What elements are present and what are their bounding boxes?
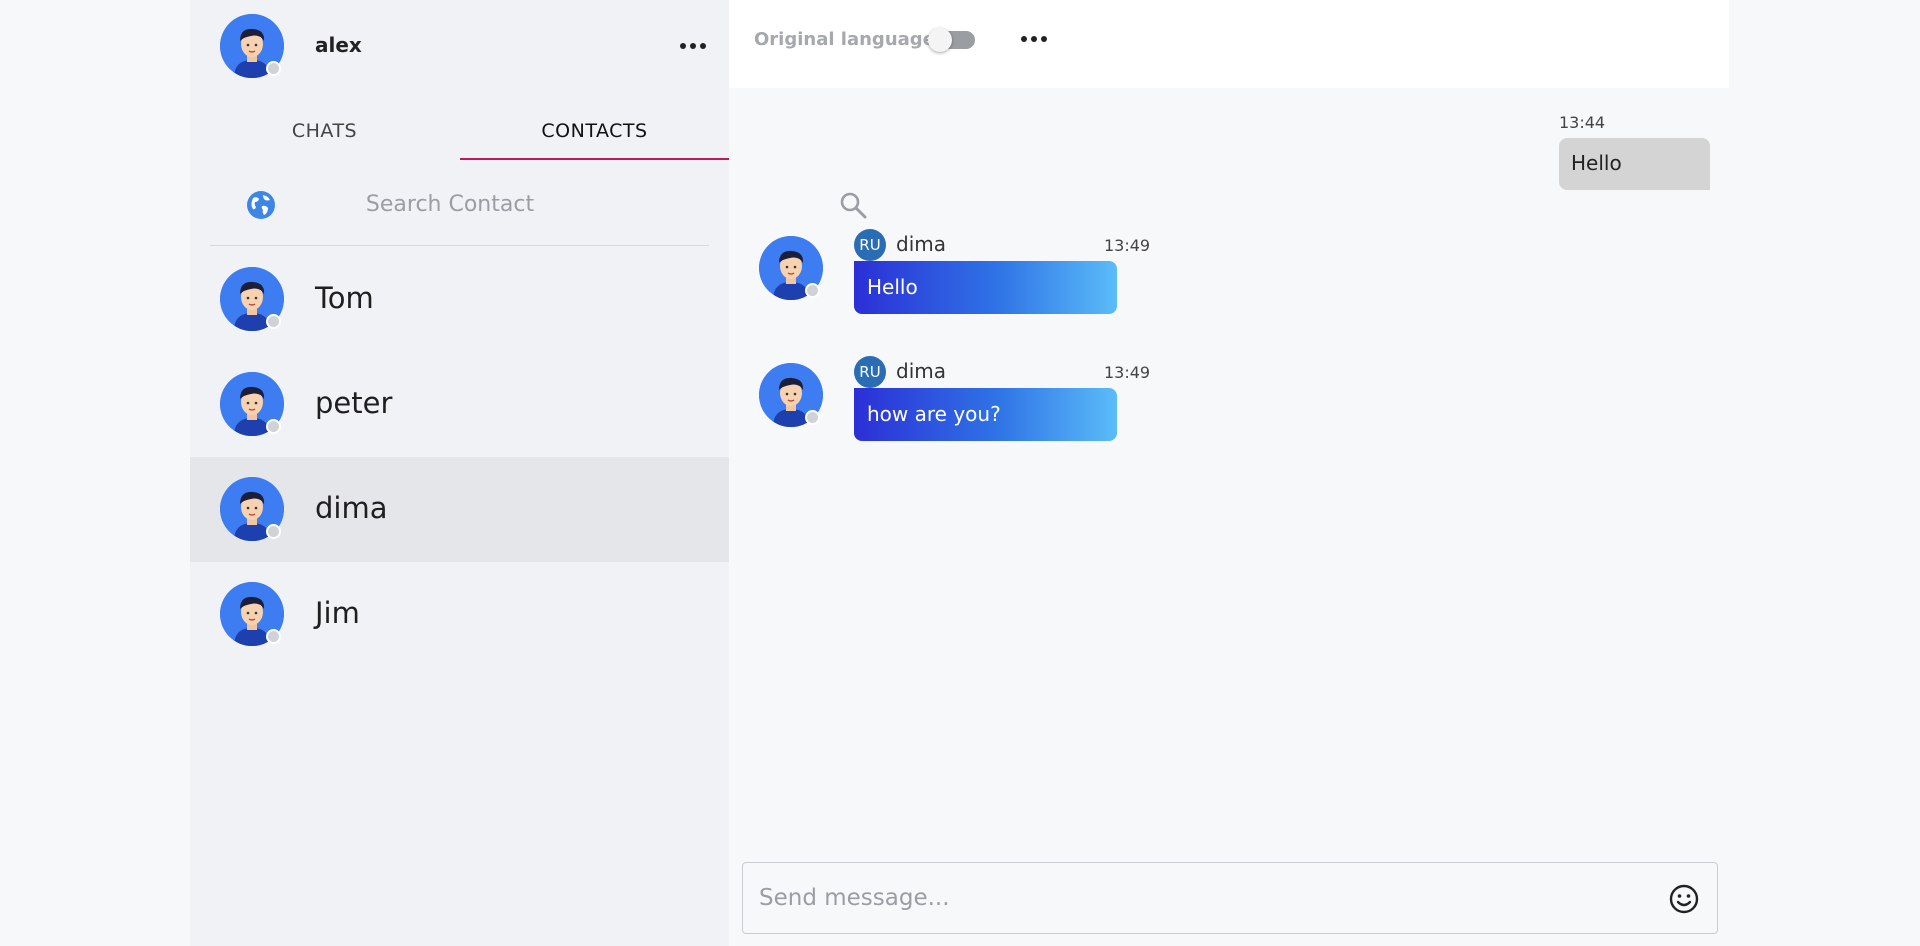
tab-chats[interactable]: CHATS <box>190 108 459 160</box>
send-message-input[interactable] <box>759 877 1639 919</box>
contact-name: dima <box>315 491 388 525</box>
status-dot <box>805 283 820 298</box>
incoming-message: RU dima 13:49 how are you? <box>759 356 1159 446</box>
chat-header: Original language <box>729 0 1729 88</box>
globe-icon[interactable] <box>246 190 276 220</box>
sender-name: dima <box>896 232 946 256</box>
status-dot <box>266 629 281 644</box>
message-time: 13:49 <box>1104 236 1151 255</box>
profile-header: alex <box>190 0 729 92</box>
message-list: 13:44 Hello RU dima 13:49 Hello RU dima … <box>729 88 1729 848</box>
more-horizontal-icon[interactable] <box>680 43 706 49</box>
message-time: 13:49 <box>1104 363 1151 382</box>
toggle-knob <box>928 28 952 52</box>
contact-item-dima[interactable]: dima <box>190 457 729 562</box>
more-horizontal-icon[interactable] <box>1021 36 1047 42</box>
search-contact-input[interactable] <box>320 184 580 224</box>
incoming-message-bubble: how are you? <box>854 388 1117 441</box>
contact-item-jim[interactable]: Jim <box>190 562 729 667</box>
contact-name: Tom <box>315 281 374 315</box>
message-composer <box>742 862 1718 934</box>
status-dot <box>266 314 281 329</box>
contact-name: peter <box>315 386 393 420</box>
tab-contacts[interactable]: CONTACTS <box>460 108 729 160</box>
profile-name: alex <box>315 33 362 57</box>
tab-bar: CHATS CONTACTS <box>190 108 729 160</box>
status-dot <box>266 524 281 539</box>
sender-name: dima <box>896 359 946 383</box>
sidebar: alex CHATS CONTACTS Tom peter <box>190 0 867 946</box>
smiley-icon[interactable] <box>1669 884 1699 914</box>
contact-item-peter[interactable]: peter <box>190 352 729 457</box>
status-dot <box>805 410 820 425</box>
status-dot <box>266 61 281 76</box>
contact-item-tom[interactable]: Tom <box>190 247 729 352</box>
incoming-message: RU dima 13:49 Hello <box>759 229 1159 319</box>
original-language-toggle[interactable] <box>928 28 975 52</box>
contact-name: Jim <box>315 596 360 630</box>
message-time: 13:44 <box>1559 113 1606 132</box>
original-language-label: Original language <box>754 29 935 50</box>
language-badge: RU <box>854 229 886 261</box>
status-dot <box>266 419 281 434</box>
language-badge: RU <box>854 356 886 388</box>
incoming-message-bubble: Hello <box>854 261 1117 314</box>
contact-search-bar <box>210 176 867 246</box>
outgoing-message-bubble: Hello <box>1559 138 1710 190</box>
